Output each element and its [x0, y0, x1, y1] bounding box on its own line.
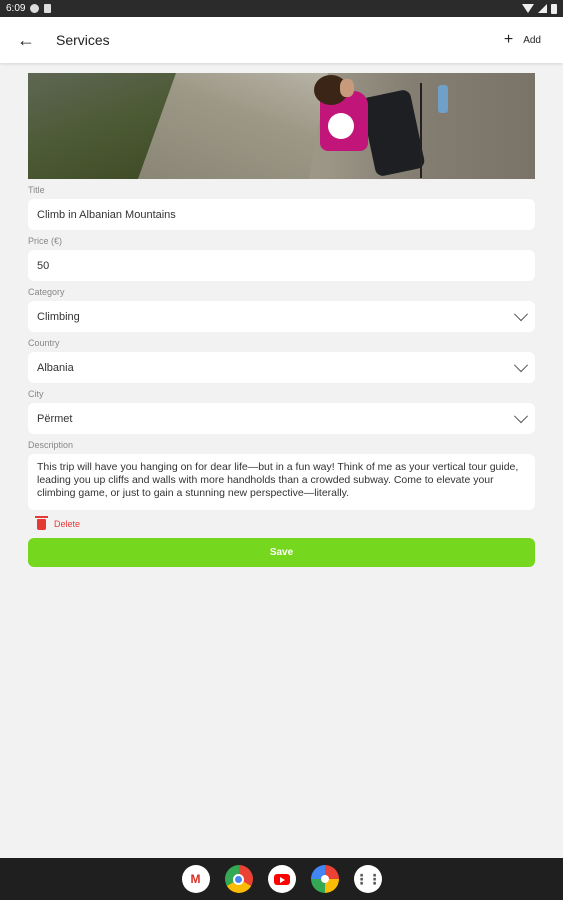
wifi-icon [522, 4, 534, 13]
status-bar: 6:09 [0, 0, 563, 17]
notification-icon [30, 4, 40, 13]
country-select[interactable]: Albania [28, 352, 535, 383]
category-value: Climbing [37, 310, 80, 323]
battery-icon [551, 3, 557, 14]
description-value: This trip will have you hanging on for d… [37, 461, 519, 499]
category-select[interactable]: Climbing [28, 301, 535, 332]
chrome-icon[interactable] [224, 865, 253, 893]
taskbar: M ⋮⋮ [0, 858, 563, 900]
app-bar: ← Services + Add [0, 17, 563, 63]
status-time: 6:09 [6, 3, 26, 14]
city-label: City [28, 389, 44, 399]
photos-icon[interactable] [310, 865, 339, 893]
title-label: Title [28, 185, 45, 195]
country-label: Country [28, 338, 60, 348]
gmail-icon[interactable]: M [181, 865, 210, 893]
price-label: Price (€) [28, 236, 63, 246]
signal-icon [538, 4, 547, 13]
title-value: Climb in Albanian Mountains [37, 208, 176, 221]
city-value: Përmet [37, 412, 73, 425]
service-form: Title Climb in Albanian Mountains Price … [28, 73, 535, 567]
description-label: Description [28, 440, 74, 450]
city-select[interactable]: Përmet [28, 403, 535, 434]
chevron-down-icon [513, 408, 529, 423]
app-drawer-icon[interactable]: ⋮⋮ [353, 865, 382, 893]
country-value: Albania [37, 361, 74, 374]
chevron-down-icon [513, 306, 529, 321]
price-value: 50 [37, 259, 50, 272]
title-input[interactable]: Climb in Albanian Mountains [28, 199, 535, 230]
page-title: Services [56, 32, 110, 48]
add-label: Add [523, 34, 541, 46]
sim-icon [44, 4, 52, 13]
delete-button[interactable]: Delete [28, 515, 535, 532]
add-button[interactable]: + Add [504, 31, 541, 49]
service-image[interactable] [28, 73, 535, 179]
category-label: Category [28, 287, 65, 297]
trash-icon [35, 515, 48, 530]
delete-label: Delete [54, 519, 81, 529]
plus-icon: + [503, 31, 514, 48]
price-input[interactable]: 50 [28, 250, 535, 281]
chevron-down-icon [513, 357, 529, 372]
save-label: Save [269, 547, 294, 558]
youtube-icon[interactable] [267, 865, 296, 893]
back-arrow-icon[interactable]: ← [0, 17, 52, 63]
description-textarea[interactable]: This trip will have you hanging on for d… [28, 454, 535, 510]
save-button[interactable]: Save [28, 538, 535, 567]
